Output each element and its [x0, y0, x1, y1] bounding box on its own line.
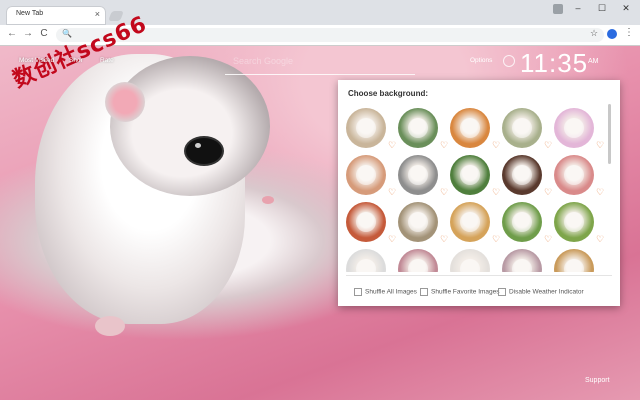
favorite-heart-icon[interactable]: ♡ — [388, 234, 396, 245]
favorite-heart-icon[interactable]: ♡ — [596, 140, 604, 151]
disable-weather-option[interactable]: Disable Weather Indicator — [498, 288, 584, 296]
hamster-ear — [105, 82, 145, 122]
background-thumbnail[interactable] — [450, 202, 490, 242]
background-thumbnail[interactable] — [346, 202, 386, 242]
weather-icon[interactable] — [503, 55, 515, 67]
shortcuts-link[interactable]: Shor — [69, 57, 83, 64]
favorite-heart-icon[interactable]: ♡ — [544, 140, 552, 151]
hamster-nose — [262, 196, 274, 204]
background-thumbnail[interactable] — [502, 155, 542, 195]
tab-close-icon[interactable]: × — [95, 9, 100, 19]
favorite-heart-icon[interactable]: ♡ — [440, 140, 448, 151]
reload-icon[interactable]: C — [38, 28, 50, 39]
tab-new-tab[interactable]: New Tab × — [6, 6, 106, 25]
hamster-head — [110, 56, 270, 196]
favorite-heart-icon[interactable]: ♡ — [544, 187, 552, 198]
favorite-heart-icon[interactable]: ♡ — [544, 234, 552, 245]
search-input[interactable]: Search Google — [225, 49, 415, 75]
background-thumbnail[interactable] — [346, 249, 386, 272]
favorite-heart-icon[interactable]: ♡ — [596, 234, 604, 245]
panel-title: Choose background: — [348, 89, 429, 98]
favorite-heart-icon[interactable]: ♡ — [388, 187, 396, 198]
shuffle-favorite-label: Shuffle Favorite Images — [431, 288, 500, 296]
options-link[interactable]: Options — [470, 57, 492, 64]
bookmark-star-icon[interactable]: ☆ — [590, 28, 598, 39]
most-visited-link[interactable]: Most Visited — [19, 57, 54, 64]
background-thumbnail[interactable] — [502, 108, 542, 148]
rate-link[interactable]: Rate — [100, 57, 114, 64]
background-thumbnail[interactable] — [398, 155, 438, 195]
background-thumbnail[interactable] — [502, 249, 542, 272]
background-thumbnail[interactable] — [398, 249, 438, 272]
favorite-heart-icon[interactable]: ♡ — [596, 187, 604, 198]
disable-weather-label: Disable Weather Indicator — [509, 288, 584, 296]
background-thumbnail[interactable] — [450, 108, 490, 148]
clock-time: 11:35 — [520, 48, 589, 78]
search-placeholder: Search Google — [233, 56, 294, 66]
shuffle-all-label: Shuffle All Images — [365, 288, 417, 296]
window-close-icon[interactable]: ✕ — [618, 3, 634, 14]
tab-title: New Tab — [16, 10, 44, 17]
hamster-eye — [186, 138, 222, 164]
minimize-icon[interactable]: – — [570, 3, 586, 13]
shuffle-all-checkbox[interactable] — [354, 288, 362, 296]
eye-glint — [195, 143, 201, 148]
favorite-heart-icon[interactable]: ♡ — [492, 187, 500, 198]
background-thumbnail[interactable] — [554, 155, 594, 195]
hamster-paw — [95, 316, 125, 336]
panel-scrollbar[interactable] — [608, 104, 611, 164]
background-thumbnail[interactable] — [398, 108, 438, 148]
favorite-heart-icon[interactable]: ♡ — [492, 234, 500, 245]
favorite-heart-icon[interactable]: ♡ — [440, 187, 448, 198]
support-link[interactable]: Support — [585, 377, 610, 384]
favorite-heart-icon[interactable]: ♡ — [440, 234, 448, 245]
background-thumbnail[interactable] — [346, 108, 386, 148]
clock-ampm: AM — [588, 58, 599, 65]
background-thumbnail[interactable] — [554, 249, 594, 272]
extension-icon[interactable] — [607, 29, 617, 39]
background-thumbnail[interactable] — [554, 202, 594, 242]
background-thumbnail[interactable] — [398, 202, 438, 242]
background-thumbnail[interactable] — [502, 202, 542, 242]
shuffle-favorite-option[interactable]: Shuffle Favorite Images — [420, 288, 500, 296]
back-icon[interactable]: ← — [6, 28, 18, 39]
shuffle-all-option[interactable]: Shuffle All Images — [354, 288, 417, 296]
choose-background-panel: Choose background: ♡♡♡♡♡♡♡♡♡♡♡♡♡♡♡♡♡♡♡♡ — [338, 80, 620, 306]
panel-divider — [346, 275, 612, 276]
disable-weather-checkbox[interactable] — [498, 288, 506, 296]
maximize-icon[interactable]: ☐ — [594, 3, 610, 14]
browser-menu-icon[interactable]: ⋮ — [624, 27, 634, 38]
shuffle-favorite-checkbox[interactable] — [420, 288, 428, 296]
tab-bar: New Tab × – ☐ ✕ — [0, 0, 640, 25]
profile-icon[interactable] — [553, 4, 563, 14]
background-thumbnail[interactable] — [450, 249, 490, 272]
background-grid: ♡♡♡♡♡♡♡♡♡♡♡♡♡♡♡♡♡♡♡♡ — [346, 108, 608, 272]
forward-icon[interactable]: → — [22, 28, 34, 39]
favorite-heart-icon[interactable]: ♡ — [388, 140, 396, 151]
favorite-heart-icon[interactable]: ♡ — [492, 140, 500, 151]
background-thumbnail[interactable] — [450, 155, 490, 195]
background-thumbnail[interactable] — [346, 155, 386, 195]
background-thumbnail[interactable] — [554, 108, 594, 148]
